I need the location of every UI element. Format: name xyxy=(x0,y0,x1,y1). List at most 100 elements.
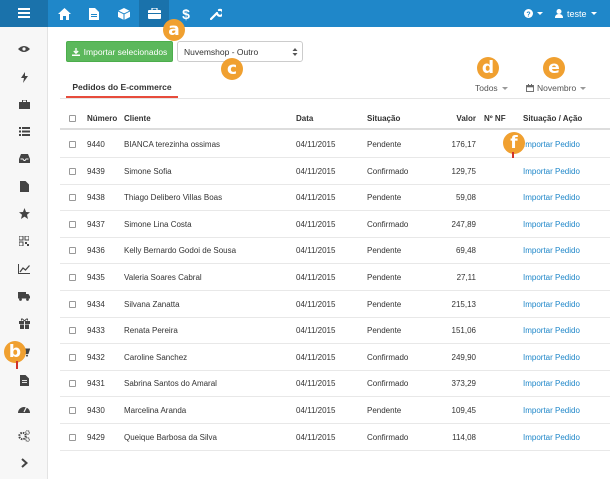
import-order-link[interactable]: Importar Pedido xyxy=(523,425,580,450)
row-checkbox[interactable] xyxy=(69,433,76,441)
cogs-icon[interactable] xyxy=(0,423,48,449)
order-status: Confirmado xyxy=(367,379,409,389)
customer-name: Renata Pereira xyxy=(124,326,178,336)
header-situacao[interactable]: Situação xyxy=(367,108,400,128)
row-checkbox[interactable] xyxy=(69,220,76,228)
status-filter-label: Todos xyxy=(475,83,498,93)
annotation-d: d xyxy=(477,57,499,79)
customer-name: Queique Barbosa da Silva xyxy=(124,432,217,442)
help-menu[interactable]: ? xyxy=(524,0,543,27)
eye-icon[interactable] xyxy=(0,36,48,62)
order-date: 04/11/2015 xyxy=(296,166,336,176)
star-icon[interactable] xyxy=(0,200,48,226)
inbox-icon[interactable] xyxy=(0,145,48,171)
import-selected-label: Importar selecionados xyxy=(83,46,168,57)
chevron-right-icon[interactable] xyxy=(0,450,48,476)
row-checkbox[interactable] xyxy=(69,247,76,255)
customer-name: Simone Sofia xyxy=(124,166,172,176)
row-checkbox[interactable] xyxy=(69,353,76,361)
customer-name: Valeria Soares Cabral xyxy=(124,273,202,282)
user-menu[interactable]: teste xyxy=(555,0,597,27)
annotation-b: b xyxy=(4,341,26,363)
import-order-link[interactable]: Importar Pedido xyxy=(523,292,580,317)
import-order-link[interactable]: Importar Pedido xyxy=(523,159,580,184)
order-value: 114,08 xyxy=(452,432,476,442)
order-value: 247,89 xyxy=(451,219,476,229)
line-chart-icon[interactable] xyxy=(0,256,48,282)
wrench-icon[interactable] xyxy=(201,0,231,27)
sidebar-briefcase-icon[interactable] xyxy=(0,91,48,117)
order-status: Confirmado xyxy=(367,352,409,362)
import-order-link[interactable]: Importar Pedido xyxy=(523,212,580,237)
truck-icon[interactable] xyxy=(0,283,48,309)
order-date: 04/11/2015 xyxy=(296,432,336,442)
row-checkbox[interactable] xyxy=(69,380,76,388)
qrcode-icon[interactable] xyxy=(0,228,48,254)
order-value: 151,06 xyxy=(451,326,476,336)
order-number: 9431 xyxy=(87,379,105,389)
order-number: 9438 xyxy=(87,193,105,203)
store-select[interactable]: Nuvemshop - Outro xyxy=(177,41,303,62)
gift-icon[interactable] xyxy=(0,310,48,336)
customer-name: BIANCA terezinha ossimas xyxy=(124,140,221,149)
import-order-link[interactable]: Importar Pedido xyxy=(523,398,580,423)
import-order-link[interactable]: Importar Pedido xyxy=(523,238,580,263)
order-status: Confirmado xyxy=(367,219,409,229)
select-all-checkbox[interactable] xyxy=(69,114,76,122)
row-checkbox[interactable] xyxy=(69,141,76,148)
import-order-link[interactable]: Importar Pedido xyxy=(523,318,580,343)
import-order-link[interactable]: Importar Pedido xyxy=(523,371,580,396)
box-icon[interactable] xyxy=(109,0,139,27)
import-order-link[interactable]: Importar Pedido xyxy=(523,132,580,157)
annotation-b-stem xyxy=(16,361,18,369)
header-nf[interactable]: Nº NF xyxy=(484,108,506,128)
import-order-link[interactable]: Importar Pedido xyxy=(523,345,580,370)
table-row: 9429 Queique Barbosa da Silva 04/11/2015 Co… xyxy=(60,425,610,451)
import-selected-button[interactable]: Importar selecionados xyxy=(66,41,173,62)
month-filter-dropdown[interactable]: Novembro xyxy=(526,83,587,93)
order-number: 9439 xyxy=(87,166,105,176)
row-checkbox[interactable] xyxy=(69,407,76,414)
tab-divider xyxy=(60,98,610,99)
order-date: 04/11/2015 xyxy=(296,273,336,282)
order-value: 215,13 xyxy=(451,299,476,309)
tab-ecommerce-orders[interactable]: Pedidos do E-commerce xyxy=(66,80,178,98)
row-checkbox[interactable] xyxy=(69,194,76,202)
customer-name: Caroline Sanchez xyxy=(124,352,188,362)
header-cliente[interactable]: Cliente xyxy=(124,108,151,128)
order-date: 04/11/2015 xyxy=(296,219,336,229)
status-filter-dropdown[interactable]: Todos xyxy=(475,83,508,93)
user-icon xyxy=(555,9,563,18)
import-order-link[interactable]: Importar Pedido xyxy=(523,265,580,290)
row-checkbox[interactable] xyxy=(69,300,76,308)
row-checkbox[interactable] xyxy=(69,167,76,175)
annotation-f-stem xyxy=(512,152,514,158)
header-valor[interactable]: Valor xyxy=(440,108,476,128)
row-checkbox[interactable] xyxy=(69,327,76,335)
row-checkbox[interactable] xyxy=(69,274,76,281)
bolt-icon[interactable] xyxy=(0,64,48,90)
menu-toggle-button[interactable] xyxy=(0,0,48,27)
order-date: 04/11/2015 xyxy=(296,193,336,203)
header-numero[interactable]: Número xyxy=(87,108,117,128)
file-icon[interactable] xyxy=(0,173,48,199)
list-icon[interactable] xyxy=(0,118,48,144)
customer-name: Marcelina Aranda xyxy=(124,406,187,415)
document-icon[interactable] xyxy=(79,0,109,27)
header-data[interactable]: Data xyxy=(296,108,313,128)
file-text-icon[interactable] xyxy=(0,367,48,393)
order-number: 9432 xyxy=(87,352,105,362)
home-icon[interactable] xyxy=(49,0,79,27)
import-order-link[interactable]: Importar Pedido xyxy=(523,185,580,210)
order-status: Confirmado xyxy=(367,432,409,442)
order-value: 129,75 xyxy=(451,166,476,176)
table-row: 9431 Sabrina Santos do Amaral 04/11/2015 Co… xyxy=(60,371,610,398)
order-date: 04/11/2015 xyxy=(296,379,336,389)
order-status: Pendente xyxy=(367,246,402,256)
order-status: Pendente xyxy=(367,193,402,203)
order-value: 249,90 xyxy=(451,352,476,362)
month-filter-label: Novembro xyxy=(537,83,577,93)
order-status: Pendente xyxy=(367,299,402,309)
table-row: 9436 Kelly Bernardo Godoi de Sousa 04/11/2… xyxy=(60,238,610,265)
dashboard-icon[interactable] xyxy=(0,395,48,421)
